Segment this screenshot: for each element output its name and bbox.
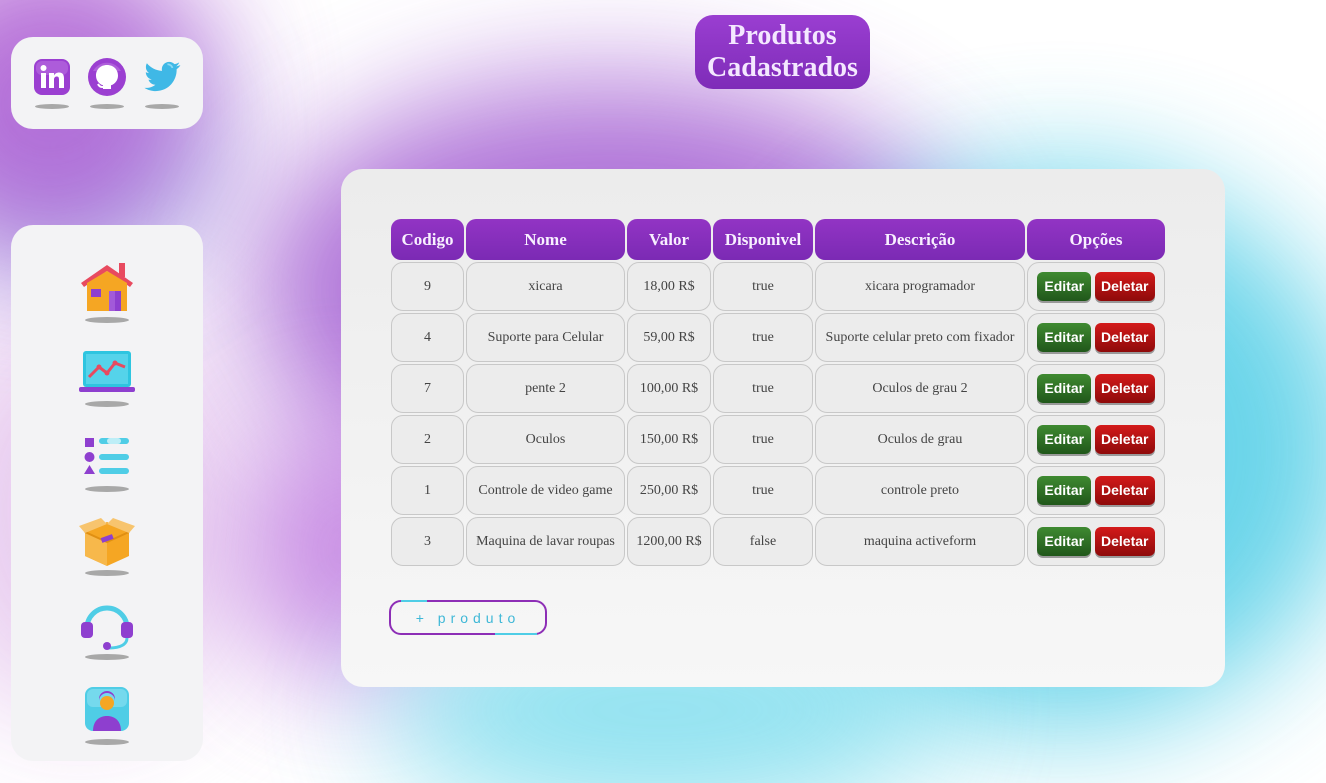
delete-button[interactable]: Deletar (1094, 323, 1155, 352)
table-row: 9 xicara 18,00 R$ true xicara programado… (391, 262, 1165, 311)
column-header-nome: Nome (466, 219, 625, 260)
cell-valor: 100,00 R$ (627, 364, 711, 413)
cell-opcoes: Editar Deletar (1027, 313, 1165, 362)
linkedin-link[interactable] (32, 57, 72, 109)
cell-valor: 250,00 R$ (627, 466, 711, 515)
home-icon (81, 263, 133, 311)
linkedin-icon (32, 57, 72, 97)
cell-nome: Oculos (466, 415, 625, 464)
products-table: Codigo Nome Valor Disponivel Descrição O… (389, 217, 1167, 568)
products-panel: Codigo Nome Valor Disponivel Descrição O… (341, 169, 1225, 687)
cell-opcoes: Editar Deletar (1027, 415, 1165, 464)
sidebar-nav (11, 225, 203, 761)
sidebar-item-dashboard[interactable] (77, 345, 137, 407)
cell-opcoes: Editar Deletar (1027, 364, 1165, 413)
cell-descricao: Oculos de grau 2 (815, 364, 1025, 413)
table-row: 1 Controle de video game 250,00 R$ true … (391, 466, 1165, 515)
cell-disponivel: true (713, 262, 813, 311)
table-header-row: Codigo Nome Valor Disponivel Descrição O… (391, 219, 1165, 260)
delete-button[interactable]: Deletar (1094, 425, 1155, 454)
cell-codigo: 7 (391, 364, 464, 413)
cell-disponivel: false (713, 517, 813, 566)
sidebar-item-support[interactable] (77, 598, 137, 660)
dashboard-chart-icon (79, 351, 135, 392)
column-header-disponivel: Disponivel (713, 219, 813, 260)
page-title-line2: Cadastrados (707, 52, 858, 83)
cell-valor: 1200,00 R$ (627, 517, 711, 566)
cell-disponivel: true (713, 466, 813, 515)
cell-descricao: controle preto (815, 466, 1025, 515)
headset-support-icon (81, 605, 133, 650)
table-row: 7 pente 2 100,00 R$ true Oculos de grau … (391, 364, 1165, 413)
column-header-codigo: Codigo (391, 219, 464, 260)
cell-codigo: 1 (391, 466, 464, 515)
cell-disponivel: true (713, 313, 813, 362)
cell-descricao: maquina activeform (815, 517, 1025, 566)
sidebar-item-home[interactable] (77, 261, 137, 323)
edit-button[interactable]: Editar (1037, 476, 1092, 505)
cell-opcoes: Editar Deletar (1027, 466, 1165, 515)
cell-nome: Maquina de lavar roupas (466, 517, 625, 566)
table-row: 2 Oculos 150,00 R$ true Oculos de grau E… (391, 415, 1165, 464)
cell-opcoes: Editar Deletar (1027, 517, 1165, 566)
edit-button[interactable]: Editar (1037, 374, 1092, 403)
delete-button[interactable]: Deletar (1094, 374, 1155, 403)
box-icon (79, 518, 135, 566)
cell-codigo: 4 (391, 313, 464, 362)
cell-disponivel: true (713, 364, 813, 413)
github-link[interactable] (87, 57, 127, 109)
cell-codigo: 3 (391, 517, 464, 566)
delete-button[interactable]: Deletar (1094, 476, 1155, 505)
edit-button[interactable]: Editar (1037, 425, 1092, 454)
delete-button[interactable]: Deletar (1094, 527, 1155, 556)
column-header-valor: Valor (627, 219, 711, 260)
list-icon (84, 438, 129, 474)
twitter-link[interactable] (142, 57, 182, 109)
column-header-descricao: Descrição (815, 219, 1025, 260)
page-title-line1: Produtos (728, 20, 837, 51)
sidebar-item-products[interactable] (77, 514, 137, 576)
edit-button[interactable]: Editar (1037, 323, 1092, 352)
cell-opcoes: Editar Deletar (1027, 262, 1165, 311)
cell-nome: xicara (466, 262, 625, 311)
add-product-label: + produto (415, 609, 521, 626)
cell-nome: pente 2 (466, 364, 625, 413)
social-links-card (11, 37, 203, 129)
cell-nome: Controle de video game (466, 466, 625, 515)
cell-descricao: Oculos de grau (815, 415, 1025, 464)
edit-button[interactable]: Editar (1037, 527, 1092, 556)
twitter-icon (142, 57, 182, 97)
cell-codigo: 9 (391, 262, 464, 311)
user-profile-icon (85, 687, 129, 731)
cell-valor: 150,00 R$ (627, 415, 711, 464)
cell-descricao: xicara programador (815, 262, 1025, 311)
column-header-opcoes: Opções (1027, 219, 1165, 260)
cell-nome: Suporte para Celular (466, 313, 625, 362)
table-row: 3 Maquina de lavar roupas 1200,00 R$ fal… (391, 517, 1165, 566)
page-title: Produtos Cadastrados (695, 15, 870, 89)
delete-button[interactable]: Deletar (1094, 272, 1155, 301)
github-icon (87, 57, 127, 97)
cell-valor: 18,00 R$ (627, 262, 711, 311)
edit-button[interactable]: Editar (1037, 272, 1092, 301)
cell-valor: 59,00 R$ (627, 313, 711, 362)
cell-disponivel: true (713, 415, 813, 464)
cell-codigo: 2 (391, 415, 464, 464)
add-product-button[interactable]: + produto (389, 600, 547, 635)
table-row: 4 Suporte para Celular 59,00 R$ true Sup… (391, 313, 1165, 362)
cell-descricao: Suporte celular preto com fixador (815, 313, 1025, 362)
sidebar-item-list[interactable] (77, 430, 137, 492)
sidebar-item-profile[interactable] (77, 683, 137, 745)
